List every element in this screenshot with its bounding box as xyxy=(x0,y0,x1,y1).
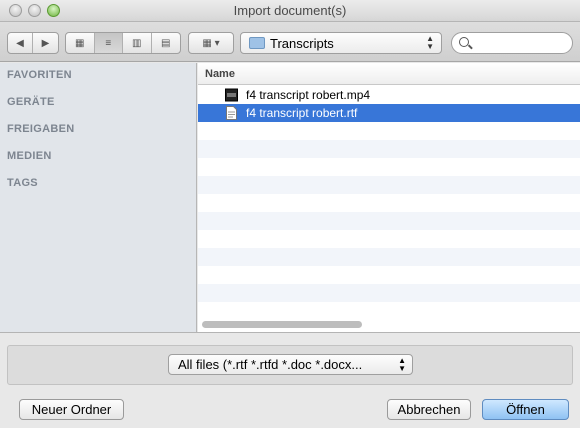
title-bar: Import document(s) xyxy=(0,0,580,22)
coverflow-view-button[interactable]: ▤ xyxy=(152,33,180,53)
document-file-icon xyxy=(226,106,237,120)
cancel-button[interactable]: Abbrechen xyxy=(387,399,471,420)
video-file-icon xyxy=(225,88,238,102)
sidebar: FAVORITEN GERÄTE FREIGABEN MEDIEN TAGS xyxy=(0,63,197,332)
empty-row xyxy=(198,212,580,230)
popup-arrows-icon: ▲ ▼ xyxy=(426,34,434,51)
file-type-label: All files (*.rtf *.rtfd *.doc *.docx... xyxy=(178,357,363,372)
column-view-button[interactable]: ▥ xyxy=(123,33,152,53)
sidebar-section-favorites[interactable]: FAVORITEN xyxy=(7,69,72,81)
icon-view-button[interactable]: ▦ xyxy=(66,33,95,53)
sidebar-section-devices[interactable]: GERÄTE xyxy=(7,96,55,108)
sidebar-section-shared[interactable]: FREIGABEN xyxy=(7,123,74,135)
search-icon xyxy=(459,37,469,47)
search-field[interactable] xyxy=(451,32,573,54)
file-row-selected[interactable]: f4 transcript robert.rtf xyxy=(198,104,580,122)
folder-icon xyxy=(249,37,265,49)
arrange-icon: ▦ ▾ xyxy=(202,37,220,49)
toolbar: ◀ ▶ ▦ ≡ ▥ ▤ ▦ ▾ Transcripts ▲ ▼ xyxy=(0,22,580,62)
open-button[interactable]: Öffnen xyxy=(482,399,569,420)
navigation-segment: ◀ ▶ xyxy=(7,32,59,54)
location-popup[interactable]: Transcripts ▲ ▼ xyxy=(240,32,442,54)
empty-row xyxy=(198,248,580,266)
horizontal-scrollbar[interactable] xyxy=(202,321,362,328)
forward-button[interactable]: ▶ xyxy=(33,33,58,53)
arrange-button[interactable]: ▦ ▾ xyxy=(188,32,234,54)
window-title: Import document(s) xyxy=(233,3,347,18)
file-row[interactable]: f4 transcript robert.mp4 xyxy=(198,86,580,104)
empty-row xyxy=(198,230,580,248)
empty-row xyxy=(198,302,580,320)
file-rows: f4 transcript robert.mp4 f4 transcript r… xyxy=(198,86,580,320)
file-type-panel: All files (*.rtf *.rtfd *.doc *.docx... … xyxy=(7,345,573,385)
file-type-popup[interactable]: All files (*.rtf *.rtfd *.doc *.docx... … xyxy=(168,354,413,375)
sidebar-section-tags[interactable]: TAGS xyxy=(7,177,38,189)
file-list: Name f4 transcript robert.mp4 f4 transcr… xyxy=(198,63,580,332)
empty-row xyxy=(198,266,580,284)
name-column-header[interactable]: Name xyxy=(198,63,580,85)
view-mode-segment: ▦ ≡ ▥ ▤ xyxy=(65,32,181,54)
empty-row xyxy=(198,194,580,212)
sidebar-section-media[interactable]: MEDIEN xyxy=(7,150,52,162)
list-view-button[interactable]: ≡ xyxy=(94,33,123,53)
empty-row xyxy=(198,122,580,140)
empty-row xyxy=(198,158,580,176)
file-name: f4 transcript robert.rtf xyxy=(246,106,358,120)
empty-row xyxy=(198,284,580,302)
empty-row xyxy=(198,140,580,158)
back-button[interactable]: ◀ xyxy=(8,33,33,53)
new-folder-button[interactable]: Neuer Ordner xyxy=(19,399,124,420)
popup-arrows-icon: ▲ ▼ xyxy=(398,356,406,373)
location-label: Transcripts xyxy=(270,36,334,51)
empty-row xyxy=(198,176,580,194)
file-name: f4 transcript robert.mp4 xyxy=(246,88,371,102)
name-column-label: Name xyxy=(205,68,235,80)
dialog-footer: All files (*.rtf *.rtfd *.doc *.docx... … xyxy=(0,332,580,428)
